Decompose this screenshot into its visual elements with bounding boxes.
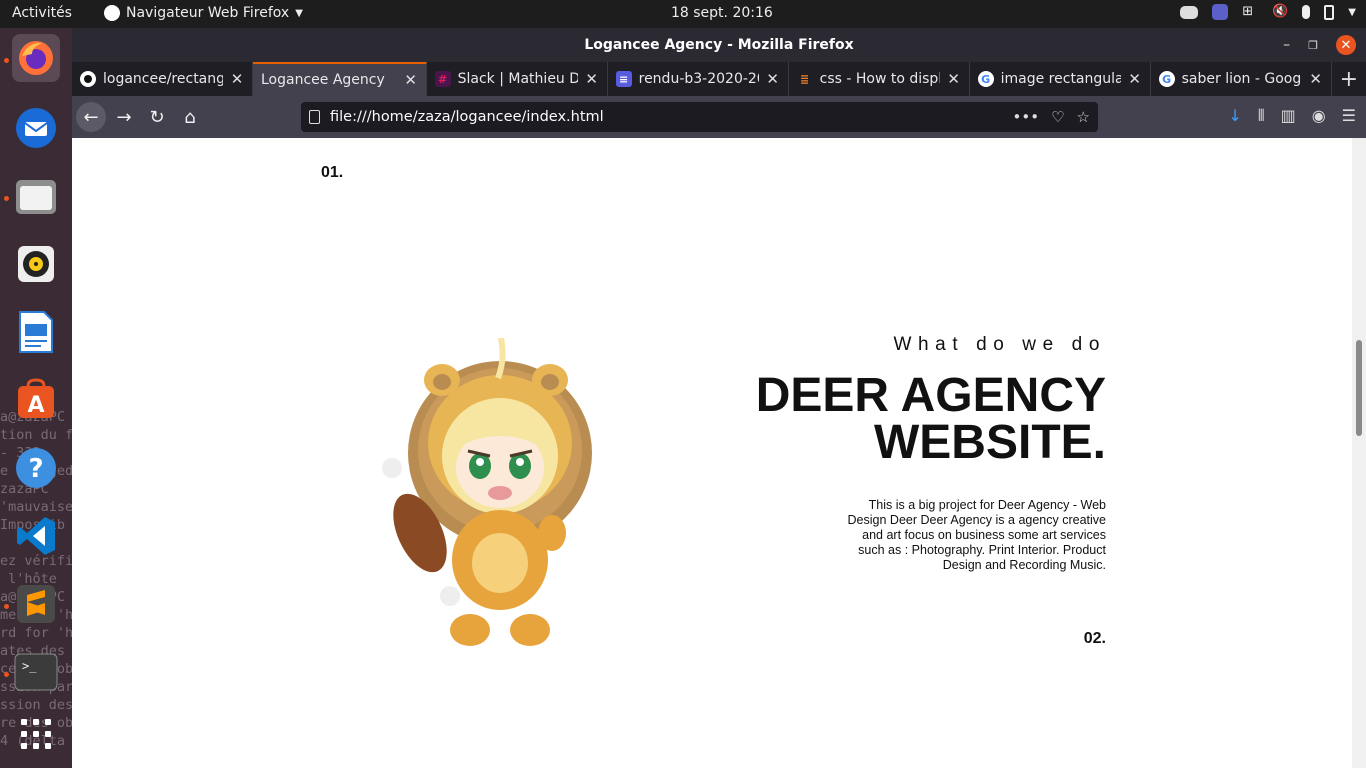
address-bar[interactable]: file:///home/zaza/logancee/index.html ••… xyxy=(301,102,1098,132)
close-tab-icon[interactable]: ✕ xyxy=(1128,70,1142,88)
discord-icon[interactable] xyxy=(1180,5,1199,19)
dock-sublime-text-icon[interactable] xyxy=(12,580,60,628)
window-titlebar[interactable]: Logancee Agency - Mozilla Firefox – ❐ ✕ xyxy=(72,28,1366,62)
back-button[interactable]: ← xyxy=(76,102,106,132)
project-description: This is a big project for Deer Agency - … xyxy=(847,498,1106,572)
tab-github[interactable]: logancee/rectangl ✕ xyxy=(72,62,253,96)
microphone-icon[interactable] xyxy=(1302,5,1311,19)
running-indicator xyxy=(4,58,9,63)
dock-software-center-icon[interactable]: A xyxy=(12,376,60,424)
headline-line-2: WEBSITE. xyxy=(873,416,1106,469)
tab-google-saber[interactable]: G saber lion - Googl ✕ xyxy=(1151,62,1332,96)
tab-label: Slack | Mathieu Dr xyxy=(457,71,578,87)
downloads-icon[interactable]: ↓ xyxy=(1228,106,1241,126)
app-menu[interactable]: Navigateur Web Firefox ▼ xyxy=(104,5,303,21)
dock-help-icon[interactable]: ? xyxy=(12,444,60,492)
section-number-02: 02. xyxy=(1083,630,1106,647)
activities-button[interactable]: Activités xyxy=(12,5,72,21)
tab-label: saber lion - Googl xyxy=(1181,71,1302,87)
github-icon xyxy=(80,71,96,87)
svg-text:?: ? xyxy=(28,454,43,484)
tab-label: image rectangulai xyxy=(1000,71,1121,87)
account-icon[interactable]: ◉ xyxy=(1312,106,1326,126)
close-tab-icon[interactable]: ✕ xyxy=(404,71,418,89)
system-tray[interactable]: ⊞ 🔇 ▼ xyxy=(1180,4,1356,20)
web-page: 01. What do we do DEER AGENCY WEBSITE. T… xyxy=(72,138,1352,768)
dock: a@zazaPC tion du f - 332 e changed zazaP… xyxy=(0,28,72,768)
page-icon xyxy=(309,110,320,124)
dock-firefox-icon[interactable] xyxy=(12,34,60,82)
dock-files-icon[interactable] xyxy=(12,172,60,220)
show-applications-icon[interactable] xyxy=(12,710,60,758)
page-scrollbar[interactable] xyxy=(1352,138,1366,768)
svg-text:A: A xyxy=(27,393,44,418)
new-tab-button[interactable]: + xyxy=(1332,62,1366,96)
page-actions-icon[interactable]: ••• xyxy=(1013,108,1040,126)
tab-logancee-agency[interactable]: Logancee Agency ✕ xyxy=(253,62,427,96)
tab-stackoverflow[interactable]: ≣ css - How to displa ✕ xyxy=(789,62,970,96)
close-tab-icon[interactable]: ✕ xyxy=(766,70,780,88)
running-indicator xyxy=(4,604,9,609)
app-menu-label: Navigateur Web Firefox xyxy=(126,5,290,21)
dock-vscode-icon[interactable] xyxy=(12,512,60,560)
chevron-down-icon: ▼ xyxy=(295,7,303,19)
running-indicator xyxy=(4,672,9,677)
power-menu-chevron-icon[interactable]: ▼ xyxy=(1348,7,1356,18)
home-button[interactable]: ⌂ xyxy=(175,102,205,132)
clock[interactable]: 18 sept. 20:16 xyxy=(671,5,773,21)
menu-hamburger-icon[interactable]: ☰ xyxy=(1342,106,1356,126)
lion-plush-image xyxy=(382,338,592,646)
tab-slack[interactable]: # Slack | Mathieu Dr ✕ xyxy=(427,62,608,96)
stackoverflow-icon: ≣ xyxy=(800,72,810,86)
dock-terminal-icon[interactable]: >_ xyxy=(12,648,60,696)
tab-google-image[interactable]: G image rectangulai ✕ xyxy=(970,62,1151,96)
google-icon: G xyxy=(1158,71,1175,87)
tab-bar: logancee/rectangl ✕ Logancee Agency ✕ # … xyxy=(72,62,1366,96)
running-indicator xyxy=(4,196,9,201)
close-window-button[interactable]: ✕ xyxy=(1336,35,1356,55)
reload-button[interactable]: ↻ xyxy=(142,102,172,132)
close-tab-icon[interactable]: ✕ xyxy=(230,70,244,88)
close-tab-icon[interactable]: ✕ xyxy=(1309,70,1323,88)
svg-text:>_: >_ xyxy=(22,659,37,673)
close-tab-icon[interactable]: ✕ xyxy=(585,70,599,88)
section-kicker: What do we do xyxy=(893,334,1106,355)
sidebar-icon[interactable]: ▥ xyxy=(1281,106,1296,126)
firefox-window: Logancee Agency - Mozilla Firefox – ❐ ✕ … xyxy=(72,28,1366,768)
pocket-icon[interactable]: ♡ xyxy=(1051,108,1064,126)
tab-label: logancee/rectangl xyxy=(103,71,223,87)
system-top-bar: Activités Navigateur Web Firefox ▼ 18 se… xyxy=(0,0,1366,28)
slack-icon: # xyxy=(434,71,451,87)
dock-thunderbird-icon[interactable] xyxy=(12,104,60,152)
maximize-button[interactable]: ❐ xyxy=(1308,39,1318,52)
dock-rhythmbox-icon[interactable] xyxy=(12,240,60,288)
close-tab-icon[interactable]: ✕ xyxy=(947,70,961,88)
tab-docs[interactable]: ≡ rendu-b3-2020-20 ✕ xyxy=(608,62,789,96)
headline-line-1: DEER AGENCY xyxy=(755,369,1106,422)
bookmark-star-icon[interactable]: ☆ xyxy=(1077,108,1090,126)
dock-libreoffice-writer-icon[interactable] xyxy=(12,308,60,356)
tab-label: rendu-b3-2020-20 xyxy=(638,71,759,87)
google-icon: G xyxy=(977,71,994,87)
tab-label: css - How to displa xyxy=(819,71,940,87)
battery-icon[interactable] xyxy=(1324,4,1335,20)
url-text[interactable]: file:///home/zaza/logancee/index.html xyxy=(330,109,1013,125)
page-headline: DEER AGENCY WEBSITE. xyxy=(686,369,1106,469)
navigation-toolbar: ← → ↻ ⌂ file:///home/zaza/logancee/index… xyxy=(72,96,1366,138)
section-number-01: 01. xyxy=(321,164,344,181)
minimize-button[interactable]: – xyxy=(1283,37,1290,53)
library-icon[interactable]: ⫴ xyxy=(1258,106,1265,126)
docs-icon: ≡ xyxy=(615,71,632,87)
network-icon[interactable]: ⊞ xyxy=(1242,4,1258,20)
volume-muted-icon[interactable]: 🔇 xyxy=(1272,4,1288,20)
tab-label: Logancee Agency xyxy=(261,72,385,88)
firefox-icon xyxy=(104,5,120,21)
teams-icon[interactable] xyxy=(1212,4,1229,20)
window-title: Logancee Agency - Mozilla Firefox xyxy=(584,37,854,53)
scrollbar-thumb[interactable] xyxy=(1356,340,1362,436)
forward-button[interactable]: → xyxy=(109,102,139,132)
